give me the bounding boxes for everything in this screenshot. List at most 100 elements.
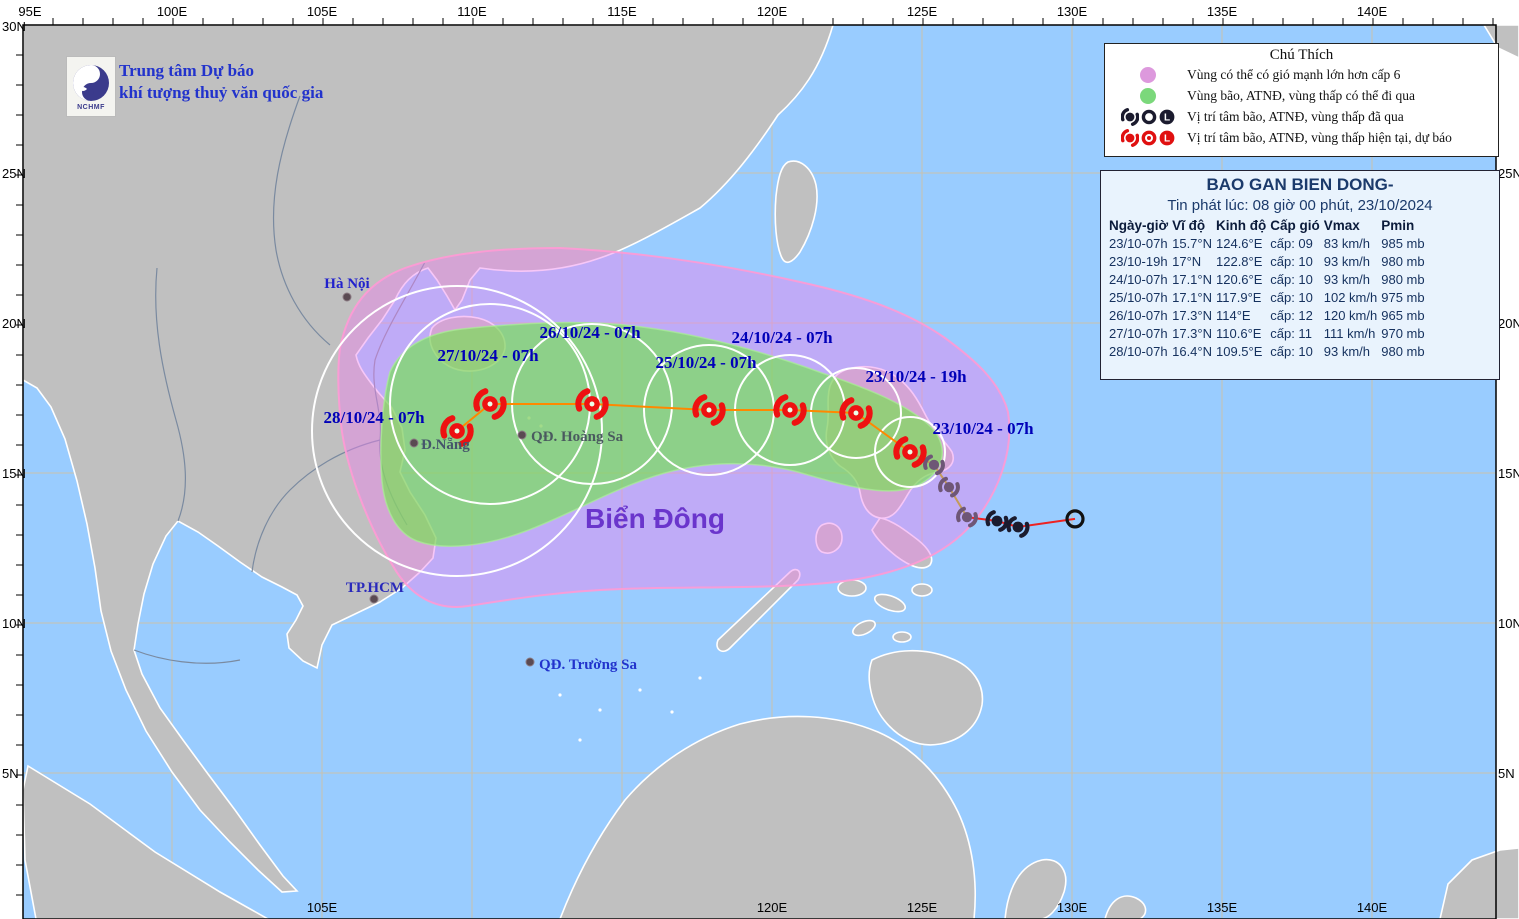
- forecast-column-header: Pmin: [1379, 218, 1426, 234]
- forecast-cell: 111 km/h: [1322, 324, 1379, 342]
- land-visayas-3: [912, 584, 932, 596]
- low-icon: L: [1159, 109, 1175, 125]
- forecast-cell: 980 mb: [1379, 252, 1426, 270]
- forecast-row: 25/10-07h17.1°N117.9°Ecấp: 10102 km/h975…: [1107, 288, 1427, 306]
- forecast-cell: cấp: 10: [1268, 288, 1322, 306]
- legend-item: L Vị trí tâm bão, ATNĐ, vùng thấp hiện tạ…: [1105, 127, 1498, 148]
- legend-icon-group: L: [1109, 108, 1187, 126]
- track-time-label: 27/10/24 - 07h: [437, 346, 539, 365]
- axis-label-bottom: 105E: [307, 900, 338, 915]
- axis-label-right: 25N: [1498, 166, 1519, 181]
- legend-item-label: Vị trí tâm bão, ATNĐ, vùng thấp hiện tại…: [1187, 130, 1452, 146]
- axis-label-bottom: 125E: [907, 900, 938, 915]
- forecast-table: Ngày-giờVĩ độKinh độCấp gióVmaxPmin 23/1…: [1107, 218, 1427, 360]
- legend-icon-group: [1109, 88, 1187, 104]
- forecast-row: 23/10-19h17°N122.8°Ecấp: 1093 km/h980 mb: [1107, 252, 1427, 270]
- forecast-cell: 17.3°N: [1170, 324, 1214, 342]
- forecast-cell: cấp: 09: [1268, 234, 1322, 252]
- legend-item-label: Vùng có thể có gió mạnh lớn hơn cấp 6: [1187, 67, 1400, 83]
- forecast-row: 24/10-07h17.1°N120.6°Ecấp: 1093 km/h980 …: [1107, 270, 1427, 288]
- forecast-row: 27/10-07h17.3°N110.6°Ecấp: 11111 km/h970…: [1107, 324, 1427, 342]
- axis-label-top: 125E: [907, 4, 938, 19]
- forecast-cell: cấp: 10: [1268, 252, 1322, 270]
- axis-label-top: 95E: [18, 4, 41, 19]
- forecast-cell: 27/10-07h: [1107, 324, 1170, 342]
- axis-label-top: 110E: [457, 4, 487, 19]
- forecast-cell: 965 mb: [1379, 306, 1426, 324]
- axis-label-top: 140E: [1357, 4, 1388, 19]
- legend-item: Vùng có thể có gió mạnh lớn hơn cấp 6: [1105, 64, 1498, 85]
- city-label: Đ.Nẵng: [421, 437, 470, 453]
- forecast-cell: 28/10-07h: [1107, 342, 1170, 360]
- forecast-cell: 23/10-07h: [1107, 234, 1170, 252]
- forecast-cell: 17.1°N: [1170, 288, 1214, 306]
- legend-item: Vùng bão, ATNĐ, vùng thấp có thể đi qua: [1105, 85, 1498, 106]
- legend-icon-group: [1109, 67, 1187, 83]
- forecast-cell: cấp: 12: [1268, 306, 1322, 324]
- legend-rows: Vùng có thể có gió mạnh lớn hơn cấp 6 Vùn…: [1105, 64, 1498, 148]
- forecast-cell: 15.7°N: [1170, 234, 1214, 252]
- axis-label-top: 135E: [1207, 4, 1238, 19]
- low-icon: L: [1159, 130, 1175, 146]
- city-dot: [370, 595, 378, 603]
- legend-item-label: Vị trí tâm bão, ATNĐ, vùng thấp đã qua: [1187, 109, 1404, 125]
- ring-icon: [1141, 109, 1157, 125]
- axis-label-top: 120E: [757, 4, 788, 19]
- track-time-label: 23/10/24 - 19h: [865, 367, 967, 386]
- land-visayas-1: [838, 580, 866, 596]
- city-dot: [343, 293, 351, 301]
- forecast-column-header: Kinh độ: [1214, 218, 1268, 234]
- forecast-cell: 114°E: [1214, 306, 1268, 324]
- forecast-column-header: Vĩ độ: [1170, 218, 1214, 234]
- bulletin-issued-time: Tin phát lúc: 08 giờ 00 phút, 23/10/2024: [1101, 197, 1499, 214]
- storm-icon: [1121, 108, 1139, 126]
- legend-title: Chú Thích: [1105, 47, 1498, 64]
- forecast-cell: 83 km/h: [1322, 234, 1379, 252]
- axis-label-bottom: 135E: [1207, 900, 1238, 915]
- city-dot: [518, 431, 526, 439]
- axis-label-top: 130E: [1057, 4, 1088, 19]
- forecast-cell: cấp: 10: [1268, 342, 1322, 360]
- forecast-cell: 16.4°N: [1170, 342, 1214, 360]
- forecast-cell: 980 mb: [1379, 270, 1426, 288]
- axis-label-left: 5N: [2, 766, 19, 781]
- storm-icon: [1121, 129, 1139, 147]
- forecast-row: 26/10-07h17.3°N114°Ecấp: 12120 km/h965 m…: [1107, 306, 1427, 324]
- agency-title-line2: khí tượng thuỷ văn quốc gia: [119, 82, 323, 104]
- axis-label-top: 115E: [607, 4, 637, 19]
- forecast-cell: 109.5°E: [1214, 342, 1268, 360]
- agency-title-line1: Trung tâm Dự báo: [119, 60, 323, 82]
- forecast-table-header: Ngày-giờVĩ độKinh độCấp gióVmaxPmin: [1107, 218, 1427, 234]
- bulletin-title: BAO GAN BIEN DONG-: [1101, 175, 1499, 195]
- storm-bulletin: BAO GAN BIEN DONG- Tin phát lúc: 08 giờ …: [1100, 170, 1500, 380]
- green-zone-icon: [1140, 88, 1156, 104]
- legend-item-label: Vùng bão, ATNĐ, vùng thấp có thể đi qua: [1187, 88, 1415, 104]
- track-time-label: 25/10/24 - 07h: [655, 353, 757, 372]
- axis-label-right: 10N: [1498, 616, 1519, 631]
- axis-label-bottom: 140E: [1357, 900, 1388, 915]
- forecast-cell: 17°N: [1170, 252, 1214, 270]
- legend-icon-group: L: [1109, 129, 1187, 147]
- forecast-cell: cấp: 10: [1268, 270, 1322, 288]
- forecast-cell: 980 mb: [1379, 342, 1426, 360]
- land-visayas-5: [893, 632, 911, 642]
- track-time-label: 23/10/24 - 07h: [932, 419, 1034, 438]
- forecast-cell: 102 km/h: [1322, 288, 1379, 306]
- svg-text:L: L: [1164, 112, 1170, 123]
- nchmf-logo: NCHMF: [66, 56, 116, 117]
- nchmf-emblem-icon: [71, 63, 111, 103]
- forecast-cell: 975 mb: [1379, 288, 1426, 306]
- forecast-cell: 24/10-07h: [1107, 270, 1170, 288]
- forecast-cell: 93 km/h: [1322, 252, 1379, 270]
- forecast-cell: 23/10-19h: [1107, 252, 1170, 270]
- forecast-table-body: 23/10-07h15.7°N124.6°Ecấp: 0983 km/h985 …: [1107, 234, 1427, 360]
- city-label: Hà Nội: [324, 276, 369, 292]
- forecast-cell: 93 km/h: [1322, 270, 1379, 288]
- storm-forecast-map: { "agency": { "name_line1": "Trung tâm D…: [0, 0, 1519, 919]
- axis-label-bottom: 130E: [1057, 900, 1088, 915]
- track-time-label: 26/10/24 - 07h: [539, 323, 641, 342]
- forecast-cell: 93 km/h: [1322, 342, 1379, 360]
- pink-zone-icon: [1140, 67, 1156, 83]
- forecast-cell: 970 mb: [1379, 324, 1426, 342]
- city-dot: [410, 439, 418, 447]
